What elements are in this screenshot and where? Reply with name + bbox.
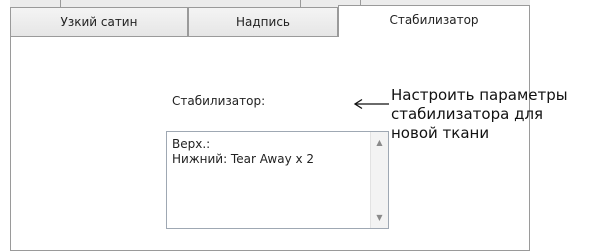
tab-narrow-satin[interactable]: Узкий сатин [10, 7, 188, 36]
tab-separator [60, 0, 61, 7]
callout-text: Настроить параметры стабилизатора для но… [391, 86, 568, 142]
tab-lettering[interactable]: Надпись [188, 7, 338, 36]
stabilizer-textbox[interactable]: Верх.: Нижний: Tear Away x 2 ▲ ▼ [166, 131, 389, 229]
tab-separator [300, 0, 301, 7]
scroll-up-icon[interactable]: ▲ [371, 134, 388, 151]
tab-stabilizer[interactable]: Стабилизатор [338, 5, 530, 37]
stabilizer-text: Верх.: Нижний: Tear Away x 2 [172, 137, 315, 166]
scroll-down-icon[interactable]: ▼ [371, 209, 388, 226]
arrow-left-icon [353, 98, 389, 110]
stabilizer-label: Стабилизатор: [172, 94, 266, 108]
vertical-scrollbar[interactable]: ▲ ▼ [370, 132, 388, 228]
